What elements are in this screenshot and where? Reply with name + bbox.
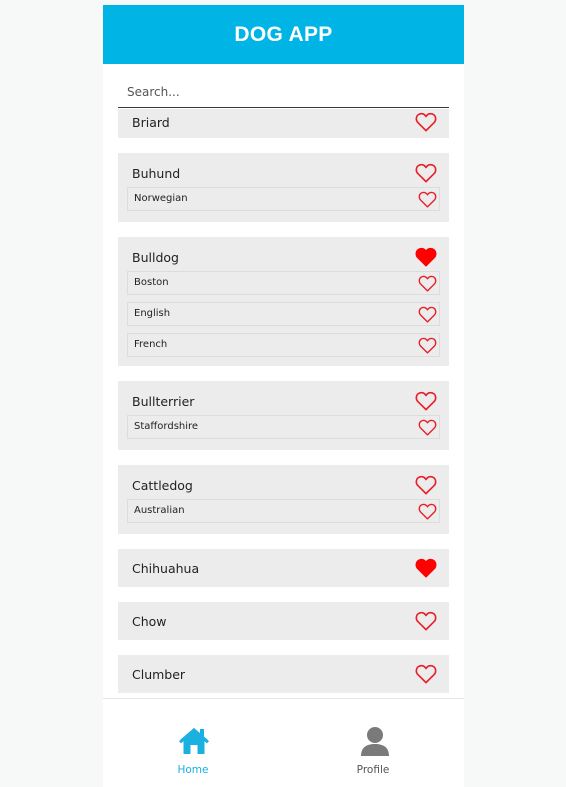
breed-row: Chihuahua (118, 556, 449, 580)
breed-name: Cattledog (132, 477, 193, 493)
subbreed-name: Norwegian (134, 193, 188, 204)
breed-name: Clumber (132, 666, 186, 682)
heart-outline-icon[interactable] (415, 163, 437, 183)
subbreed-item: Australian (127, 499, 440, 523)
nav-home-label: Home (177, 764, 209, 776)
subbreed-name: English (134, 308, 171, 319)
subbreed-name: Staffordshire (134, 421, 199, 432)
heart-filled-icon[interactable] (415, 247, 437, 267)
breed-row: Clumber (118, 662, 449, 686)
breed-card: Briard (118, 109, 449, 138)
breed-name: Bullterrier (132, 393, 195, 409)
subbreed-item: Norwegian (127, 187, 440, 211)
subbreed-item: Staffordshire (127, 415, 440, 439)
breed-card: Cattledog Australian (118, 465, 449, 534)
app-header: DOG APP (103, 5, 464, 64)
heart-outline-icon[interactable] (418, 191, 437, 208)
breed-row: Chow (118, 609, 449, 633)
breed-row: Bullterrier (118, 389, 449, 413)
breed-card: Bulldog Boston English French (118, 237, 449, 366)
heart-outline-icon[interactable] (415, 112, 437, 132)
nav-home[interactable]: Home (103, 699, 283, 787)
breed-name: Bulldog (132, 249, 179, 265)
subbreed-item: Boston (127, 271, 440, 295)
search-input[interactable] (118, 77, 449, 107)
breed-card: Clumber (118, 655, 449, 693)
heart-outline-icon[interactable] (418, 337, 437, 354)
breed-row: Cattledog (118, 473, 449, 497)
breed-name: Chihuahua (132, 560, 200, 576)
subbreed-name: French (134, 339, 168, 350)
app-frame: DOG APP Briard Buhund Norwegian Bulldog Bost… (103, 5, 464, 787)
heart-outline-icon[interactable] (418, 275, 437, 292)
subbreed-item: French (127, 333, 440, 357)
heart-filled-icon[interactable] (415, 558, 437, 578)
subbreed-name: Boston (134, 277, 169, 288)
subbreed-item: English (127, 302, 440, 326)
breed-row: Bulldog (118, 245, 449, 269)
heart-outline-icon[interactable] (418, 419, 437, 436)
breed-name: Briard (132, 114, 170, 130)
breed-list-viewport[interactable]: Briard Buhund Norwegian Bulldog Boston Englis… (103, 109, 464, 698)
breed-row: Buhund (118, 161, 449, 185)
breed-card: Bullterrier Staffordshire (118, 381, 449, 450)
heart-outline-icon[interactable] (418, 503, 437, 520)
bottom-nav: Home Profile (103, 698, 464, 787)
breed-name: Chow (132, 613, 167, 629)
subbreed-name: Australian (134, 505, 185, 516)
profile-icon (361, 727, 389, 756)
search-field (118, 77, 449, 108)
app-title: DOG APP (234, 22, 333, 46)
nav-profile[interactable]: Profile (283, 699, 463, 787)
breed-row: Briard (118, 110, 449, 134)
home-icon (179, 728, 209, 754)
breed-card: Chow (118, 602, 449, 640)
heart-outline-icon[interactable] (415, 664, 437, 684)
heart-outline-icon[interactable] (415, 391, 437, 411)
nav-profile-label: Profile (356, 764, 390, 776)
breed-card: Chihuahua (118, 549, 449, 587)
heart-outline-icon[interactable] (415, 611, 437, 631)
breed-card: Buhund Norwegian (118, 153, 449, 222)
heart-outline-icon[interactable] (418, 306, 437, 323)
breed-name: Buhund (132, 165, 181, 181)
heart-outline-icon[interactable] (415, 475, 437, 495)
